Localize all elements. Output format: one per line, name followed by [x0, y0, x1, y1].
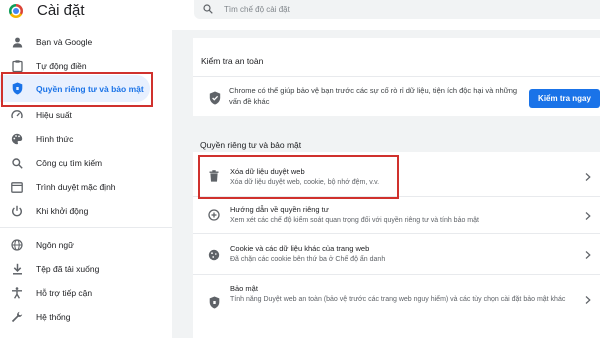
divider	[193, 76, 600, 77]
sidebar-divider	[0, 227, 172, 228]
sidebar-item-appearance[interactable]: Hình thức	[0, 127, 160, 151]
sidebar-item-label: Bạn và Google	[36, 37, 93, 47]
sidebar-item-default-browser[interactable]: Trình duyệt mặc định	[0, 175, 160, 199]
sidebar-item-search-engine[interactable]: Công cụ tìm kiếm	[0, 151, 160, 175]
sidebar-item-label: Ngôn ngữ	[36, 240, 74, 250]
row-title: Hướng dẫn về quyền riêng tư	[230, 205, 329, 214]
sidebar-item-accessibility[interactable]: Hỗ trợ tiếp cận	[0, 281, 160, 305]
sidebar-item-label: Khi khởi động	[36, 206, 89, 216]
accessibility-icon	[10, 286, 24, 300]
chevron-right-icon	[585, 212, 591, 220]
sidebar-item-label: Tự động điền	[36, 61, 87, 71]
safety-check-description: Chrome có thể giúp bảo vệ bạn trước các …	[229, 86, 518, 106]
power-icon	[10, 204, 24, 218]
row-description: Đã chặn các cookie bên thứ ba ở Chế độ ẩ…	[230, 256, 386, 263]
sidebar-item-label: Tệp đã tải xuống	[36, 264, 100, 274]
security-row[interactable]: Bảo mật Tính năng Duyệt web an toàn (bảo…	[193, 275, 600, 327]
cookie-icon	[207, 248, 221, 262]
chrome-logo-icon	[9, 4, 23, 18]
safety-check-card: Kiểm tra an toàn Chrome có thể giúp bảo …	[193, 38, 600, 116]
shield-icon	[207, 295, 221, 309]
app-header: Cài đặt	[0, 0, 600, 30]
sidebar-item-label: Trình duyệt mặc định	[36, 182, 116, 192]
privacy-section-title: Quyền riêng tư và bảo mật	[200, 140, 302, 150]
sidebar-item-system[interactable]: Hệ thống	[0, 305, 160, 329]
wrench-icon	[10, 310, 24, 324]
shield-check-icon	[209, 91, 221, 105]
row-description: Tính năng Duyệt web an toàn (bảo vệ trướ…	[230, 296, 566, 303]
privacy-guide-row[interactable]: Hướng dẫn về quyền riêng tư Xem xét các …	[193, 197, 600, 233]
sidebar-item-label: Hệ thống	[36, 312, 71, 322]
chevron-right-icon	[585, 296, 591, 304]
chevron-right-icon	[585, 173, 591, 181]
sidebar-item-languages[interactable]: Ngôn ngữ	[0, 233, 160, 257]
sidebar-item-label: Công cụ tìm kiếm	[36, 158, 103, 168]
palette-icon	[10, 132, 24, 146]
check-now-button[interactable]: Kiểm tra ngay	[529, 89, 600, 108]
compass-icon	[207, 208, 221, 222]
download-icon	[10, 262, 24, 276]
search-icon	[203, 4, 213, 14]
highlight-box-sidebar	[1, 72, 153, 107]
clipboard-icon	[10, 59, 24, 73]
highlight-box-clear-data	[198, 155, 399, 199]
sidebar-item-label: Hỗ trợ tiếp cận	[36, 288, 93, 298]
row-title: Bảo mật	[230, 284, 258, 293]
search-bar[interactable]	[194, 0, 600, 19]
speedometer-icon	[10, 108, 24, 122]
row-title: Cookie và các dữ liệu khác của trang web	[230, 244, 370, 253]
search-input[interactable]	[224, 2, 584, 17]
globe-icon	[10, 238, 24, 252]
search-icon	[10, 156, 24, 170]
sidebar-item-on-startup[interactable]: Khi khởi động	[0, 199, 160, 223]
chevron-right-icon	[585, 251, 591, 259]
page-title: Cài đặt	[37, 2, 85, 19]
cookies-row[interactable]: Cookie và các dữ liệu khác của trang web…	[193, 234, 600, 274]
safety-check-title: Kiểm tra an toàn	[201, 56, 264, 66]
browser-window-icon	[10, 180, 24, 194]
sidebar-item-downloads[interactable]: Tệp đã tải xuống	[0, 257, 160, 281]
row-description: Xem xét các chế độ kiểm soát quan trọng …	[230, 217, 479, 224]
person-icon	[10, 35, 24, 49]
sidebar-item-label: Hình thức	[36, 134, 74, 144]
sidebar-item-you-and-google[interactable]: Bạn và Google	[0, 30, 160, 54]
sidebar-item-label: Hiệu suất	[36, 110, 72, 120]
